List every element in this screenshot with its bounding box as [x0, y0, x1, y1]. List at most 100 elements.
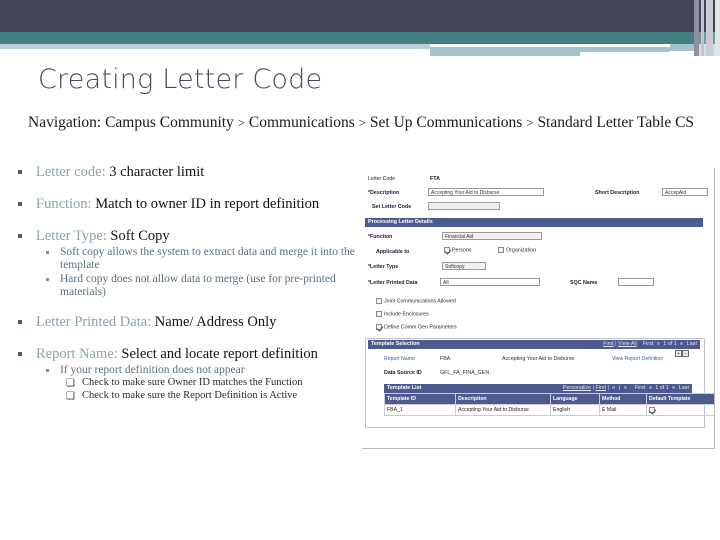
letter-code-value: FTA	[430, 176, 440, 182]
remove-row-button[interactable]: −	[682, 350, 689, 357]
sub-sub-bullet-text: Check to make sure Owner ID matches the …	[82, 377, 303, 388]
bullet-label: Report Name:	[36, 346, 118, 362]
persons-label: Persons	[452, 247, 472, 254]
sub-bullet-item: If your report definition does not appea…	[36, 364, 358, 402]
letter-type-label: *Letter Type	[368, 264, 399, 270]
bullet-item: Letter Type: Soft Copy Soft copy allows …	[10, 228, 358, 299]
sub-bullet-item: Soft copy allows the system to extract d…	[36, 246, 358, 272]
define-comm-gen-checkbox-group[interactable]: Define Comm Gen Parameters	[376, 324, 457, 330]
description-input[interactable]: Accepting Your Aid to Disburse	[428, 188, 544, 196]
joint-communications-checkbox[interactable]	[376, 298, 382, 304]
template-selection-nav: Find | View All First 1 of 1 Last	[603, 340, 697, 349]
expand-grid-icon[interactable]	[622, 385, 628, 391]
navigation-path: Navigation: Campus Community > Communica…	[28, 112, 698, 133]
first-label[interactable]: First	[643, 341, 653, 347]
find-link[interactable]: Find	[596, 385, 607, 391]
define-comm-gen-checkbox[interactable]	[376, 324, 382, 330]
next-arrow-icon[interactable]	[679, 341, 685, 347]
bullet-label: Letter code:	[36, 164, 106, 180]
sqc-name-input[interactable]	[618, 278, 654, 286]
short-description-input[interactable]: AccepAid	[662, 188, 708, 196]
description-label: *Description	[368, 190, 400, 196]
nav-pipe: |	[618, 385, 621, 391]
view-report-definition-link[interactable]: View Report Definition	[612, 356, 663, 362]
first-label[interactable]: First	[635, 385, 645, 391]
report-name-label[interactable]: Report Name	[384, 356, 415, 362]
column-header-description[interactable]: Description	[455, 393, 551, 405]
bullet-text: 3 character limit	[109, 164, 205, 180]
record-counter: 1 of 1	[663, 341, 677, 347]
letter-type-select[interactable]: Softcopy	[442, 262, 486, 270]
column-header-method[interactable]: Method	[599, 393, 647, 405]
decorative-header-banner	[0, 0, 720, 56]
bullet-label: Function:	[36, 196, 92, 212]
banner-dark-band	[0, 0, 720, 32]
add-row-button[interactable]: +	[675, 350, 682, 357]
set-letter-code-label: Set Letter Code	[372, 204, 412, 210]
sub-bullet-marker-icon	[46, 278, 49, 281]
template-list-table: Template ID Description Language Method …	[384, 393, 714, 416]
joint-communications-label: Joint Communications Allowed	[384, 298, 456, 305]
column-header-template-id[interactable]: Template ID	[384, 393, 456, 405]
persons-checkbox-group[interactable]: Persons	[444, 247, 471, 253]
next-arrow-icon[interactable]	[671, 385, 677, 391]
sub-sub-bullet-item: ❑ Check to make sure Owner ID matches th…	[60, 377, 358, 390]
data-source-id-value: GFL_FA_FINA_GEN	[440, 370, 490, 376]
bullet-marker-icon	[18, 320, 22, 324]
define-comm-gen-label: Define Comm Gen Parameters	[384, 324, 457, 331]
banner-vertical-stripe-4	[715, 0, 720, 56]
previous-arrow-icon[interactable]	[655, 341, 661, 347]
function-select[interactable]: Financial Aid	[442, 232, 542, 240]
joint-communications-checkbox-group[interactable]: Joint Communications Allowed	[376, 298, 456, 304]
letter-printed-data-label: *Letter Printed Data	[368, 280, 418, 286]
bullet-item: Letter Printed Data: Name/ Address Only	[10, 314, 358, 331]
bullet-line: Report Name: Select and locate report de…	[36, 346, 358, 363]
sub-sub-bullet-item: ❑ Check to make sure the Report Definiti…	[60, 390, 358, 403]
data-source-id-label: Data Source ID	[384, 370, 422, 376]
previous-arrow-icon[interactable]	[647, 385, 653, 391]
personalize-link[interactable]: Personalize	[563, 385, 591, 391]
include-enclosures-checkbox[interactable]	[376, 311, 382, 317]
banner-teal-band	[0, 32, 720, 44]
find-link[interactable]: Find	[603, 341, 614, 347]
bullet-text: Name/ Address Only	[154, 314, 277, 330]
column-header-language[interactable]: Language	[550, 393, 600, 405]
table-row: FBA_1 Accepting Your Aid to Disburse Eng…	[384, 404, 714, 416]
navigation-prefix: Navigation:	[28, 114, 102, 131]
organization-checkbox[interactable]	[498, 247, 504, 253]
bullet-line: Function: Match to owner ID in report de…	[36, 196, 358, 213]
template-list-nav: Personalize | Find | | First 1 of 1 Last	[563, 384, 689, 393]
bullet-item: Letter code: 3 character limit	[10, 164, 358, 181]
banner-left-pale-stripe	[0, 44, 430, 49]
last-label[interactable]: Last	[687, 341, 697, 347]
record-counter: 1 of 1	[655, 385, 669, 391]
bullet-marker-icon	[18, 352, 22, 356]
bullet-line: Letter Type: Soft Copy	[36, 228, 358, 245]
nav-pipe: |	[592, 385, 594, 391]
default-template-checkbox[interactable]	[649, 406, 655, 413]
organization-checkbox-group[interactable]: Organization	[498, 247, 536, 253]
set-letter-code-select[interactable]	[428, 202, 500, 210]
bullet-list: Letter code: 3 character limit Function:…	[10, 164, 358, 404]
view-all-link[interactable]: View All	[618, 341, 637, 347]
processing-letter-details-section-header: Processing Letter Details	[365, 218, 703, 227]
cell-language: English	[550, 404, 600, 416]
letter-printed-data-select[interactable]: All	[440, 278, 540, 286]
persons-checkbox[interactable]	[444, 247, 450, 253]
sub-bullet-item: Hard copy does not allow data to merge (…	[36, 273, 358, 299]
download-to-excel-icon[interactable]	[611, 385, 617, 391]
include-enclosures-label: Include Enclosures	[384, 311, 429, 318]
bullet-line: Letter code: 3 character limit	[36, 164, 358, 181]
include-enclosures-checkbox-group[interactable]: Include Enclosures	[376, 311, 429, 317]
processing-section-title: Processing Letter Details	[368, 219, 433, 225]
breadcrumb-item-1: Campus Community	[105, 114, 234, 131]
applicable-to-label: Applicable to	[376, 249, 410, 255]
last-label[interactable]: Last	[679, 385, 689, 391]
breadcrumb-item-4: Standard Letter Table CS	[537, 114, 695, 131]
column-header-default-template[interactable]: Default Template	[646, 393, 714, 405]
breadcrumb-separator-3: >	[526, 115, 534, 130]
sub-bullet-text: If your report definition does not appea…	[60, 364, 245, 376]
